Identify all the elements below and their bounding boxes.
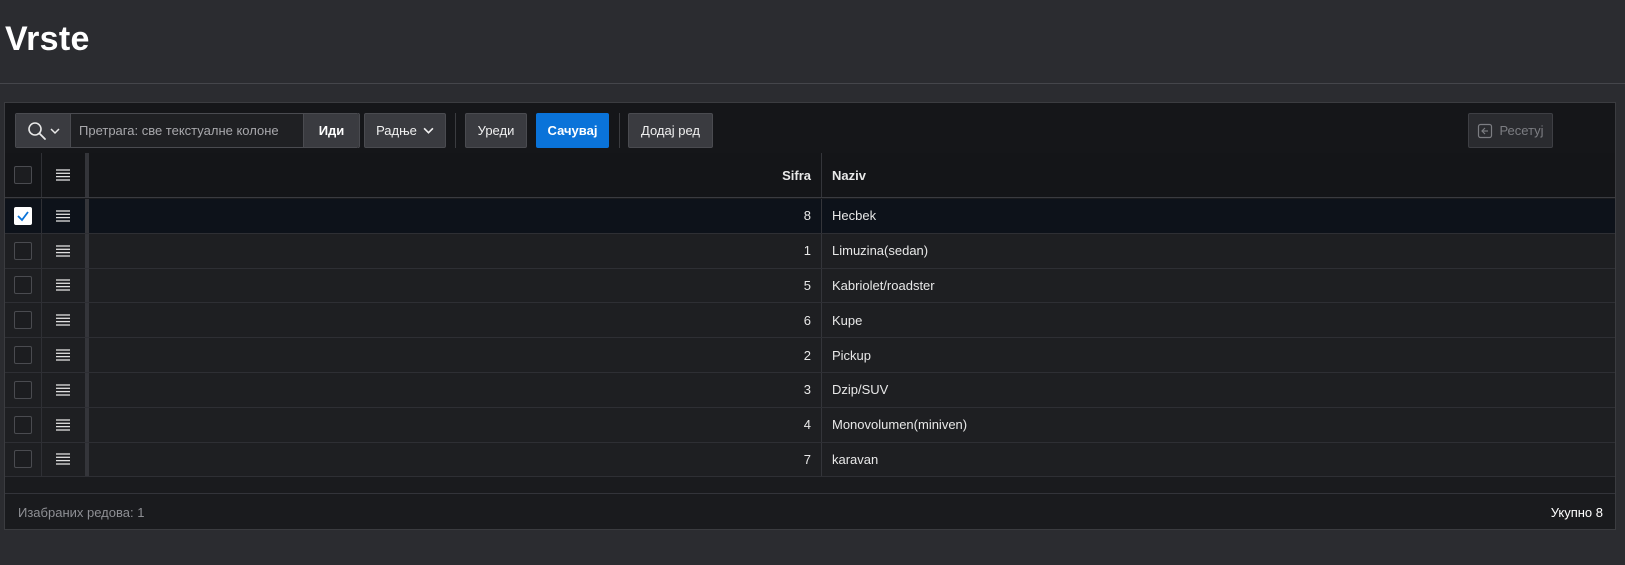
toolbar-divider — [619, 113, 620, 148]
table-row[interactable]: 4 Monovolumen(miniven) — [5, 407, 1615, 443]
table-row[interactable]: 6 Kupe — [5, 303, 1615, 339]
row-select-cell — [5, 199, 42, 233]
row-select-cell — [5, 303, 42, 338]
go-button[interactable]: Иди — [303, 114, 359, 147]
selected-rows-count: Изабраних редова: 1 — [18, 505, 145, 520]
cell-naziv[interactable]: Limuzina(sedan) — [822, 234, 1615, 268]
total-count: Укупно 8 — [1550, 505, 1603, 520]
grid-footer: Изабраних редова: 1 Укупно 8 — [5, 493, 1615, 529]
check-icon — [17, 211, 29, 222]
table-row[interactable]: 1 Limuzina(sedan) — [5, 233, 1615, 269]
edit-button[interactable]: Уреди — [465, 113, 527, 148]
cell-naziv[interactable]: Pickup — [822, 338, 1615, 372]
row-checkbox[interactable] — [14, 241, 32, 260]
row-select-cell — [5, 407, 42, 442]
menu-icon — [56, 453, 70, 466]
reset-button[interactable]: Ресетуј — [1468, 113, 1553, 148]
search-input[interactable] — [71, 114, 303, 147]
row-select-cell — [5, 338, 42, 372]
row-checkbox[interactable] — [14, 346, 32, 365]
row-checkbox[interactable] — [14, 380, 32, 399]
table-row[interactable]: 2 Pickup — [5, 338, 1615, 373]
add-row-button[interactable]: Додај ред — [628, 113, 713, 148]
cell-sifra[interactable]: 6 — [89, 303, 822, 338]
cell-sifra[interactable]: 7 — [89, 442, 822, 477]
column-header-sifra[interactable]: Sifra — [89, 153, 822, 197]
cell-sifra[interactable]: 5 — [89, 268, 822, 303]
table-row[interactable]: 8 Hecbek — [5, 199, 1615, 234]
row-checkbox[interactable] — [14, 415, 32, 434]
row-actions-button[interactable] — [42, 408, 84, 442]
grid-toolbar: Иди Радње Уреди Сачувај Додај ред Ресету… — [5, 103, 1615, 158]
search-icon — [27, 121, 46, 140]
menu-icon — [56, 210, 70, 222]
menu-icon — [56, 314, 70, 326]
table-row[interactable]: 7 karavan — [5, 442, 1615, 478]
row-actions-button[interactable] — [42, 373, 84, 407]
row-actions-button[interactable] — [42, 303, 84, 337]
reset-label: Ресетуј — [1499, 123, 1544, 138]
cell-sifra[interactable]: 3 — [89, 372, 822, 407]
row-actions-button[interactable] — [42, 199, 84, 233]
row-select-cell — [5, 442, 42, 477]
row-checkbox[interactable] — [14, 276, 32, 295]
menu-icon — [56, 349, 70, 361]
header-actions-cell — [42, 153, 84, 197]
cell-naziv[interactable]: Monovolumen(miniven) — [822, 408, 1615, 442]
actions-menu-button[interactable]: Радње — [364, 113, 446, 148]
row-actions-button[interactable] — [42, 269, 84, 303]
menu-icon — [56, 279, 70, 292]
row-actions-button[interactable] — [42, 338, 84, 372]
table-row[interactable]: 5 Kabriolet/roadster — [5, 268, 1615, 304]
menu-icon — [56, 245, 70, 257]
cell-naziv[interactable]: Kabriolet/roadster — [822, 269, 1615, 303]
cell-sifra[interactable]: 1 — [89, 233, 822, 268]
interactive-grid-region: Иди Радње Уреди Сачувај Додај ред Ресету… — [4, 102, 1616, 530]
cell-sifra[interactable]: 4 — [89, 407, 822, 442]
row-checkbox[interactable] — [14, 311, 32, 330]
cell-naziv[interactable]: Dzip/SUV — [822, 373, 1615, 407]
table-row[interactable]: 3 Dzip/SUV — [5, 372, 1615, 408]
cell-sifra[interactable]: 8 — [89, 199, 822, 233]
cell-naziv[interactable]: Kupe — [822, 303, 1615, 337]
actions-label: Радње — [376, 123, 417, 138]
row-select-cell — [5, 372, 42, 407]
page-title: Vrste — [5, 20, 90, 58]
reset-icon — [1478, 123, 1493, 138]
select-all-checkbox[interactable] — [14, 166, 32, 184]
cell-sifra[interactable]: 2 — [89, 338, 822, 372]
cell-naziv[interactable]: karavan — [822, 443, 1615, 477]
search-group: Иди — [15, 113, 360, 148]
cell-naziv[interactable]: Hecbek — [822, 199, 1615, 233]
grid-body: 8 Hecbek 1 Limuzina(sedan) 5 Kabriolet/roadst… — [5, 199, 1615, 478]
row-actions-button[interactable] — [42, 443, 84, 477]
row-checkbox[interactable] — [14, 206, 32, 225]
search-column-selector[interactable] — [16, 114, 71, 147]
chevron-down-icon — [423, 127, 434, 134]
menu-icon — [56, 419, 70, 431]
row-checkbox[interactable] — [14, 450, 32, 469]
column-header-naziv[interactable]: Naziv — [822, 153, 1615, 197]
toolbar-divider — [357, 113, 358, 148]
row-actions-button[interactable] — [42, 234, 84, 268]
select-all-cell — [5, 153, 42, 197]
menu-icon — [56, 169, 70, 181]
toolbar-divider — [455, 113, 456, 148]
row-select-cell — [5, 268, 42, 303]
page-header: Vrste — [0, 0, 1625, 84]
chevron-down-icon — [49, 127, 60, 134]
save-button[interactable]: Сачувај — [536, 113, 609, 148]
row-select-cell — [5, 233, 42, 268]
grid-header: Sifra Naziv — [5, 153, 1615, 198]
menu-icon — [56, 384, 70, 396]
